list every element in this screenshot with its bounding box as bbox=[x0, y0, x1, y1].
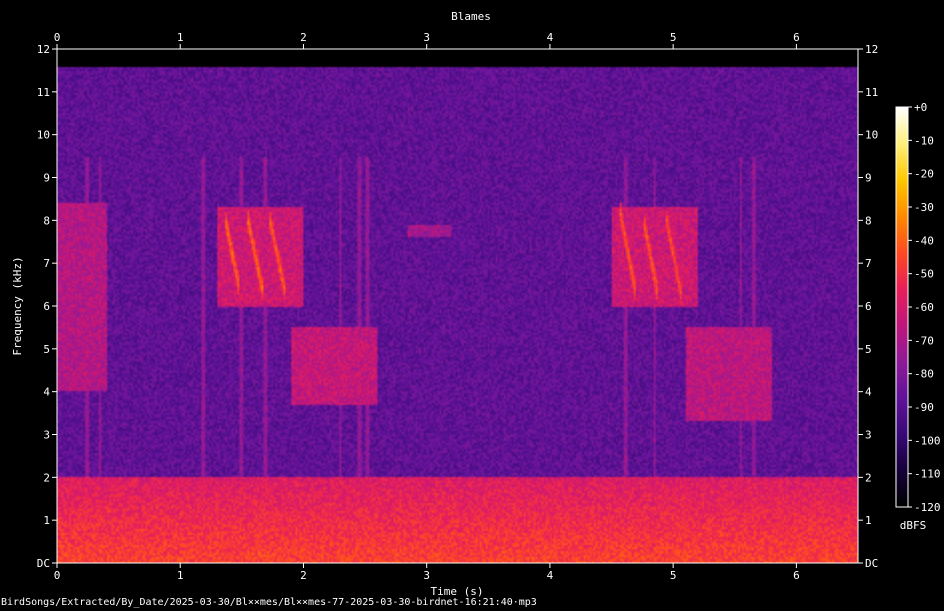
colorbar-label: dBFS bbox=[900, 519, 927, 532]
y-tick-right-label: 3 bbox=[865, 429, 872, 442]
y-ticks-left: DC123456789101112 bbox=[37, 43, 57, 570]
colorbar-tick-label: +0 bbox=[914, 101, 927, 114]
y-tick-right-label: 2 bbox=[865, 471, 872, 484]
spectrogram-figure: Blames 0123456 0123456 DC123456789101112… bbox=[11, 10, 941, 598]
x-tick-bottom-label: 3 bbox=[423, 569, 430, 582]
y-tick-right-label: 11 bbox=[865, 86, 878, 99]
x-tick-bottom-label: 1 bbox=[177, 569, 184, 582]
x-tick-bottom-label: 4 bbox=[547, 569, 554, 582]
y-tick-right-label: 6 bbox=[865, 300, 872, 313]
y-tick-left-label: 2 bbox=[43, 471, 50, 484]
y-tick-right-label: 1 bbox=[865, 514, 872, 527]
colorbar-tick-label: -90 bbox=[914, 401, 934, 414]
y-tick-left-label: 6 bbox=[43, 300, 50, 313]
file-path-footer: BirdSongs/Extracted/By_Date/2025-03-30/B… bbox=[1, 597, 537, 608]
y-tick-left-label: 10 bbox=[37, 129, 50, 142]
x-tick-bottom-label: 2 bbox=[300, 569, 307, 582]
y-tick-left-label: 4 bbox=[43, 386, 50, 399]
y-tick-right-label: 9 bbox=[865, 172, 872, 185]
y-axis-label: Frequency (kHz) bbox=[11, 256, 24, 355]
y-tick-right-label: 12 bbox=[865, 43, 878, 56]
x-tick-top-label: 3 bbox=[423, 31, 430, 44]
y-tick-left-label: 1 bbox=[43, 514, 50, 527]
y-tick-right-label: 4 bbox=[865, 386, 872, 399]
chart-title: Blames bbox=[451, 10, 491, 23]
x-tick-bottom-label: 0 bbox=[54, 569, 61, 582]
x-tick-bottom-label: 5 bbox=[670, 569, 677, 582]
colorbar-ticks: +0 -10 -20 -30 -40 -50 -60 -70 -80 -90 -100 -110 -12… bbox=[908, 101, 941, 514]
colorbar-tick-label: -70 bbox=[914, 334, 934, 347]
y-tick-left-label: 11 bbox=[37, 86, 50, 99]
y-tick-right-label: 7 bbox=[865, 257, 872, 270]
y-tick-right-label: 8 bbox=[865, 214, 872, 227]
colorbar-tick-label: -80 bbox=[914, 368, 934, 381]
x-ticks-top: 0 1 2 3 4 5 6 bbox=[54, 31, 800, 49]
x-tick-top-label: 2 bbox=[300, 31, 307, 44]
y-tick-left-label: DC bbox=[37, 557, 50, 570]
x-tick-top-label: 6 bbox=[793, 31, 800, 44]
x-tick-top-label: 1 bbox=[177, 31, 184, 44]
colorbar-gradient bbox=[896, 107, 908, 507]
y-tick-left-label: 7 bbox=[43, 257, 50, 270]
colorbar-tick-label: -10 bbox=[914, 134, 934, 147]
x-ticks-bottom: 0 1 2 3 4 5 6 bbox=[54, 563, 800, 582]
colorbar-tick-label: -30 bbox=[914, 201, 934, 214]
colorbar-tick-label: -110 bbox=[914, 468, 941, 481]
y-ticks-right: DC123456789101112 bbox=[858, 43, 878, 570]
x-tick-top-label: 4 bbox=[547, 31, 554, 44]
y-tick-right-label: 5 bbox=[865, 343, 872, 356]
colorbar-tick-label: -60 bbox=[914, 301, 934, 314]
y-tick-left-label: 5 bbox=[43, 343, 50, 356]
x-tick-top-label: 0 bbox=[54, 31, 61, 44]
spectrogram-image bbox=[57, 49, 858, 563]
y-tick-left-label: 12 bbox=[37, 43, 50, 56]
y-tick-right-label: 10 bbox=[865, 129, 878, 142]
colorbar-tick-label: -40 bbox=[914, 234, 934, 247]
x-tick-bottom-label: 6 bbox=[793, 569, 800, 582]
y-tick-left-label: 8 bbox=[43, 214, 50, 227]
colorbar-tick-label: -20 bbox=[914, 168, 934, 181]
y-tick-left-label: 3 bbox=[43, 429, 50, 442]
colorbar-tick-label: -100 bbox=[914, 434, 941, 447]
colorbar-tick-label: -120 bbox=[914, 501, 941, 514]
x-tick-top-label: 5 bbox=[670, 31, 677, 44]
y-tick-left-label: 9 bbox=[43, 172, 50, 185]
colorbar-tick-label: -50 bbox=[914, 268, 934, 281]
y-tick-right-label: DC bbox=[865, 557, 878, 570]
